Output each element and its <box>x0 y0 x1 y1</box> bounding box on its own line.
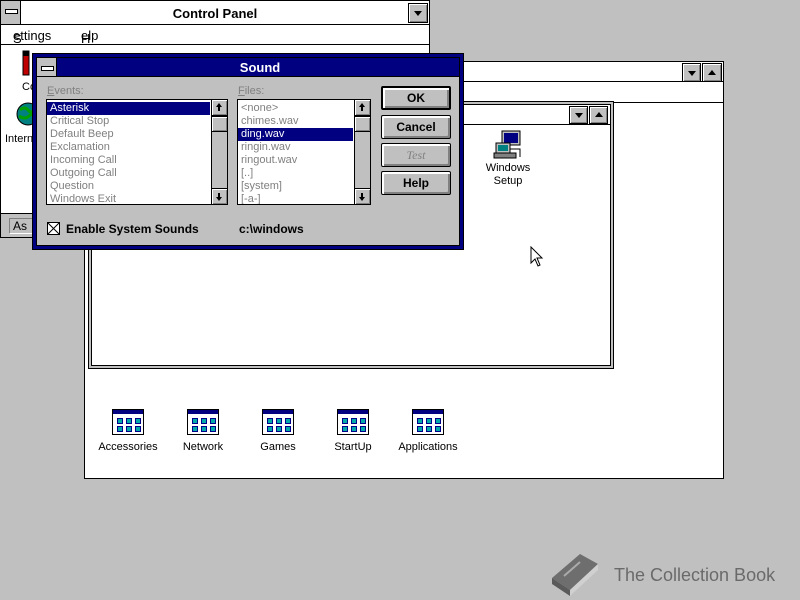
sound-dialog-titlebar[interactable]: Sound <box>37 58 459 77</box>
help-button-label: Help <box>402 176 429 190</box>
watermark-text: The Collection Book <box>614 565 776 585</box>
files-list-item[interactable]: ringout.wav <box>238 154 353 167</box>
events-scroll-thumb[interactable] <box>212 116 227 132</box>
files-list-item[interactable]: ding.wav <box>238 128 353 141</box>
games-group-icon[interactable] <box>262 409 294 435</box>
events-list-item[interactable]: Incoming Call <box>47 154 210 167</box>
windows-setup-icon[interactable] <box>492 129 524 161</box>
applications-group-label: Applications <box>398 441 458 453</box>
files-scroll-down-button[interactable] <box>355 188 370 204</box>
events-list-item[interactable]: Outgoing Call <box>47 167 210 180</box>
test-button[interactable]: Test <box>381 143 451 167</box>
events-list-item[interactable]: Default Beep <box>47 128 210 141</box>
startup-group-icon[interactable] <box>337 409 369 435</box>
files-list-item[interactable]: chimes.wav <box>238 115 353 128</box>
program-manager-minimize-button[interactable] <box>682 63 701 82</box>
files-scroll-up-button[interactable] <box>355 100 370 116</box>
cancel-button[interactable]: Cancel <box>381 115 451 139</box>
main-group-maximize-button[interactable] <box>589 106 608 124</box>
current-path: c:\windows <box>239 222 304 236</box>
enable-sounds-checkbox[interactable] <box>47 222 60 235</box>
cancel-button-label: Cancel <box>396 120 436 134</box>
files-scrollbar[interactable] <box>354 100 370 204</box>
files-label: Files: <box>238 85 265 97</box>
control-panel-minimize-button[interactable] <box>408 3 428 23</box>
files-listbox[interactable]: <none> chimes.wav ding.wav ringin.wav ringou… <box>237 99 371 205</box>
events-label: Events: <box>47 85 84 97</box>
control-panel-titlebar[interactable]: Control Panel <box>1 1 429 25</box>
main-group-minimize-button[interactable] <box>569 106 588 124</box>
events-scroll-down-button[interactable] <box>212 188 227 204</box>
events-listbox[interactable]: Asterisk Critical Stop Default Beep Exclama… <box>46 99 228 205</box>
control-panel-title: Control Panel <box>172 6 258 21</box>
events-list-item[interactable]: Question <box>47 180 210 193</box>
files-list-item[interactable]: [..] <box>238 167 353 180</box>
enable-sounds-label[interactable]: Enable System Sounds <box>66 222 199 236</box>
ok-button[interactable]: OK <box>381 86 451 110</box>
network-group-icon[interactable] <box>187 409 219 435</box>
help-button[interactable]: Help <box>381 171 451 195</box>
menu-settings[interactable]: Settings <box>13 28 51 46</box>
events-list-item[interactable]: Critical Stop <box>47 115 210 128</box>
files-list-item[interactable]: [system] <box>238 180 353 193</box>
files-list-item[interactable]: ringin.wav <box>238 141 353 154</box>
sound-dialog: Sound Events: Asterisk Critical Stop Defau… <box>32 53 464 250</box>
events-list-item[interactable]: Windows Exit <box>47 193 210 204</box>
files-list-item[interactable]: <none> <box>238 102 353 115</box>
applications-group-icon[interactable] <box>412 409 444 435</box>
test-button-label: Test <box>406 148 426 162</box>
windows-setup-label: Windows Setup <box>485 162 531 187</box>
files-scroll-thumb[interactable] <box>355 116 370 132</box>
international-icon-label: Intern <box>5 133 34 145</box>
events-list-item[interactable]: Asterisk <box>47 102 210 115</box>
ok-button-label: OK <box>407 91 425 105</box>
accessories-group-icon[interactable] <box>112 409 144 435</box>
sound-dialog-title: Sound <box>239 60 281 75</box>
menu-help[interactable]: Help <box>81 28 98 46</box>
book-icon <box>552 554 598 596</box>
program-manager-maximize-button[interactable] <box>702 63 722 82</box>
files-list-item[interactable]: [-a-] <box>238 193 353 204</box>
control-panel-system-menu-icon[interactable] <box>1 1 21 24</box>
watermark: The Collection Book <box>546 548 796 598</box>
events-scroll-up-button[interactable] <box>212 100 227 116</box>
events-list-item[interactable]: Exclamation <box>47 141 210 154</box>
sound-dialog-system-menu-icon[interactable] <box>37 58 57 76</box>
control-panel-menubar: Settings Help <box>1 25 429 46</box>
events-scrollbar[interactable] <box>211 100 227 204</box>
mouse-cursor <box>530 245 544 268</box>
